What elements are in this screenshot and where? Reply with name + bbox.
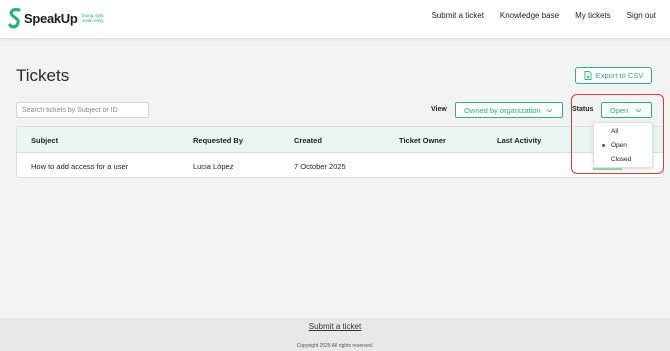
column-header-ticket-owner[interactable]: Ticket Owner xyxy=(399,136,446,145)
copyright-text: Copyright 2025 All rights reserved. xyxy=(296,343,374,349)
file-export-icon xyxy=(584,71,592,80)
nav-submit-ticket[interactable]: Submit a ticket xyxy=(431,11,483,20)
column-header-last-activity[interactable]: Last Activity xyxy=(497,136,541,145)
export-csv-label: Export to CSV xyxy=(595,71,644,80)
column-header-created[interactable]: Created xyxy=(294,136,322,145)
brand-tagline: Doing right, made easy xyxy=(81,13,105,23)
top-navigation-bar: SpeakUp Doing right, made easy Submit a … xyxy=(0,0,670,38)
footer-submit-ticket-link[interactable]: Submit a ticket xyxy=(0,322,670,331)
column-header-requested-by[interactable]: Requested By xyxy=(193,136,243,145)
nav-my-tickets[interactable]: My tickets xyxy=(575,11,611,20)
ticket-requested-by: Lucia López xyxy=(193,162,234,171)
nav-sign-out[interactable]: Sign out xyxy=(627,11,656,20)
speakup-logo-icon xyxy=(8,7,21,29)
view-label: View xyxy=(431,106,447,113)
tickets-table: Subject Requested By Created Ticket Owne… xyxy=(16,126,664,178)
search-tickets-input[interactable] xyxy=(16,102,149,118)
column-header-subject[interactable]: Subject xyxy=(31,136,58,145)
ticket-created: 7 October 2025 xyxy=(294,162,346,171)
brand-name: SpeakUp xyxy=(24,10,78,26)
annotation-highlight-box xyxy=(571,94,664,174)
view-select[interactable]: Owned by organization xyxy=(455,102,563,118)
speakup-logo[interactable]: SpeakUp Doing right, made easy xyxy=(8,7,112,29)
main-nav: Submit a ticket Knowledge base My ticket… xyxy=(431,11,656,20)
view-select-value: Owned by organization xyxy=(464,105,541,115)
chevron-down-icon xyxy=(546,108,553,113)
footer: Submit a ticket Copyright 2025 All right… xyxy=(0,318,670,351)
export-csv-button[interactable]: Export to CSV xyxy=(575,67,652,84)
ticket-subject[interactable]: How to add access for a user xyxy=(31,162,128,171)
nav-knowledge-base[interactable]: Knowledge base xyxy=(500,11,559,20)
page-title: Tickets xyxy=(16,66,70,85)
table-header: Subject Requested By Created Ticket Owne… xyxy=(17,127,663,153)
